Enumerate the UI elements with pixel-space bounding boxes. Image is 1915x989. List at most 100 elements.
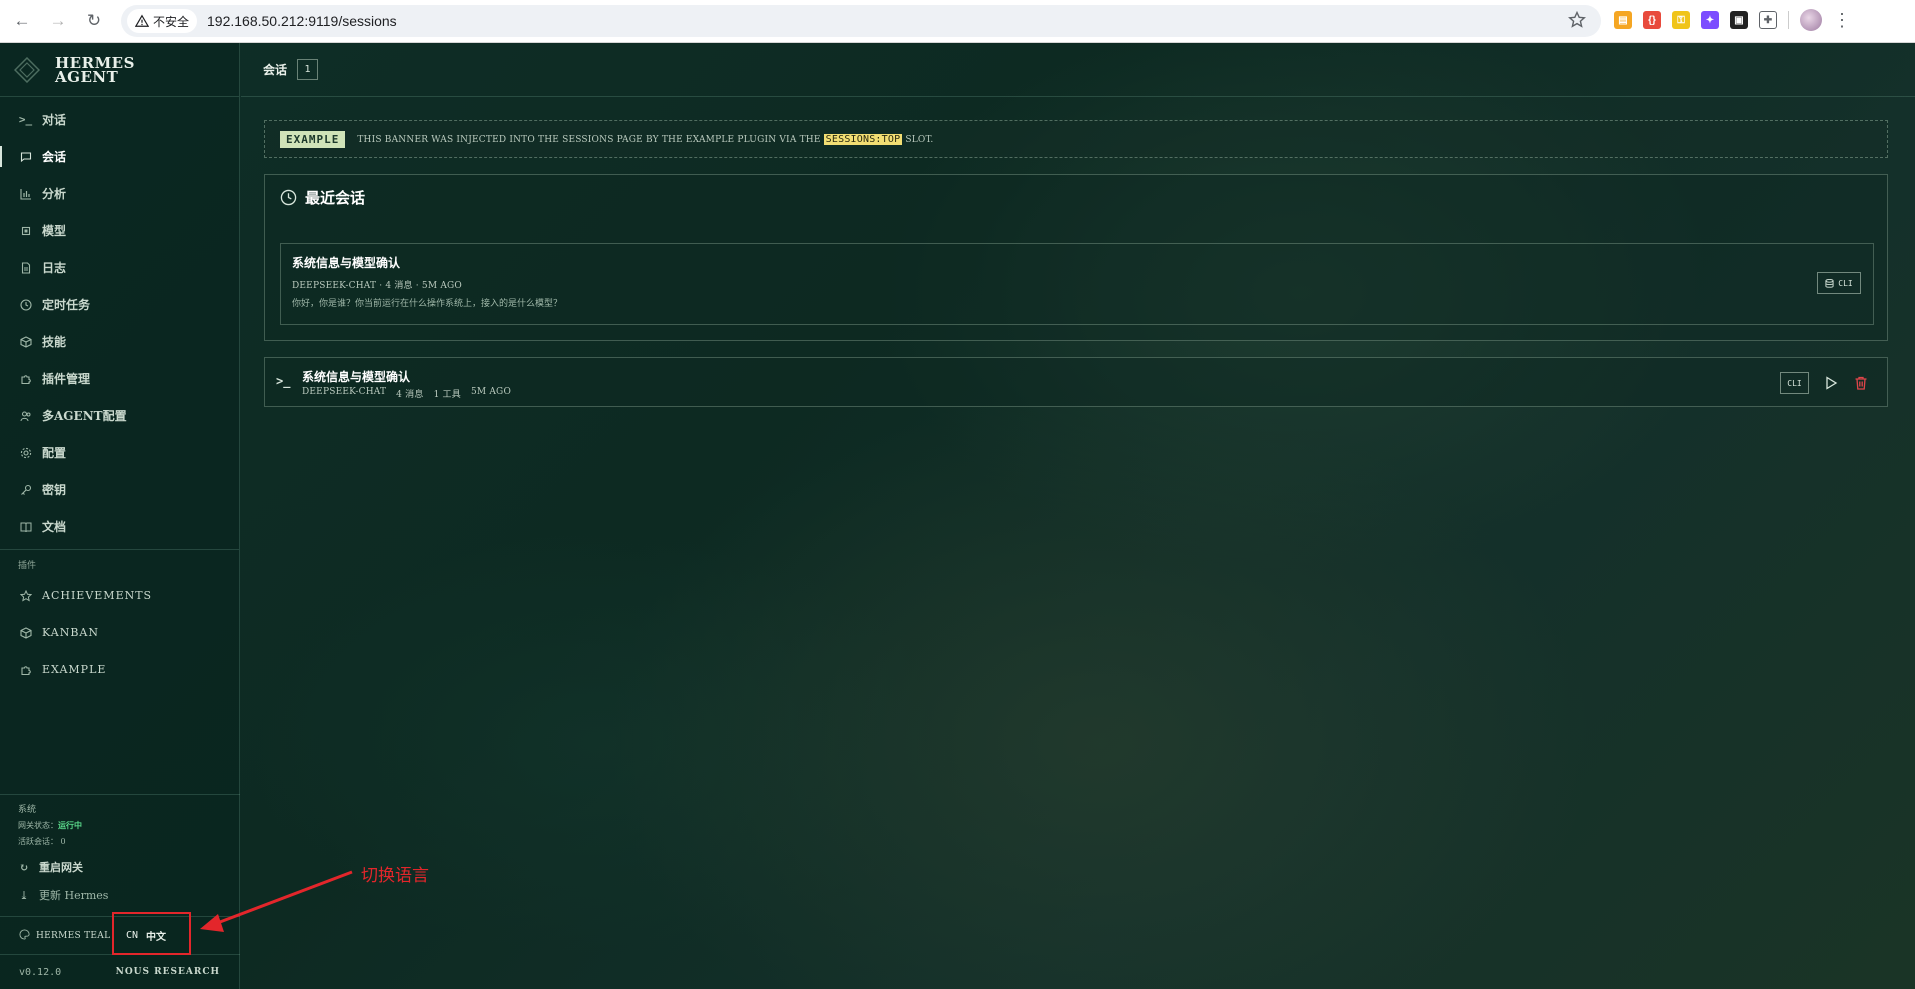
terminal-icon: >_ (18, 113, 33, 126)
sidebar-item-plugins[interactable]: 插件管理 (0, 360, 239, 397)
recent-session-preview: 你好，你是谁？你当前运行在什么操作系统上，接入的是什么模型？ (292, 299, 563, 309)
extension-key-icon[interactable]: ⚿ (1672, 11, 1690, 29)
palette-icon (19, 928, 30, 943)
star-icon (19, 589, 32, 602)
chat-icon (19, 150, 32, 163)
package-icon (19, 626, 32, 639)
bookmark-star-icon[interactable] (1567, 10, 1587, 30)
back-icon[interactable]: ← (8, 7, 36, 35)
sidebar-item-cron[interactable]: 定时任务 (0, 286, 239, 323)
reload-icon[interactable]: ↻ (80, 7, 108, 35)
resume-session-icon[interactable] (1823, 375, 1839, 391)
org-name[interactable]: NOUS RESEARCH (116, 967, 220, 977)
sidebar-item-logs[interactable]: 日志 (0, 249, 239, 286)
active-sessions-value: 0 (60, 837, 66, 846)
extensions-puzzle-icon[interactable]: ✚ (1759, 11, 1777, 29)
package-icon (19, 335, 32, 348)
session-messages: 4 消息 (396, 390, 424, 400)
sidebar-item-sessions[interactable]: 会话 (0, 138, 239, 175)
sidebar: HERMES AGENT >_ 对话 会话 分析 模型 日志 定时任务 技能 插件… (0, 43, 240, 989)
sidebar-item-config[interactable]: 配置 (0, 434, 239, 471)
clock-icon (280, 189, 297, 205)
active-sessions: 活跃会话： 0 (18, 837, 66, 846)
gear-icon (19, 446, 32, 459)
update-hermes-button[interactable]: ⤓ 更新 Hermes (18, 887, 240, 903)
security-label: 不安全 (153, 14, 190, 29)
cpu-icon (19, 224, 32, 237)
refresh-icon: ↻ (19, 860, 29, 874)
banner-text: THIS BANNER WAS INJECTED INTO THE SESSIO… (357, 133, 934, 145)
gateway-status-value: 运行中 (58, 820, 82, 830)
sidebar-item-keys[interactable]: 密钥 (0, 471, 239, 508)
forward-icon[interactable]: → (44, 7, 72, 35)
main-nav: >_ 对话 会话 分析 模型 日志 定时任务 技能 插件管理 多AGENT配置 配… (0, 97, 239, 545)
app-version: v0.12.0 (19, 966, 62, 978)
system-title: 系统 (18, 805, 37, 815)
page-title: 会话 (263, 63, 288, 77)
key-icon (19, 483, 32, 496)
session-actions: CLI (1780, 372, 1869, 394)
session-cli-button[interactable]: CLI (1780, 372, 1809, 394)
users-icon (19, 409, 32, 422)
url-text[interactable]: 192.168.50.212:9119/sessions (207, 13, 397, 29)
extension-code-icon[interactable]: {} (1643, 11, 1661, 29)
hermes-logo-icon (14, 56, 40, 83)
version-row: v0.12.0 NOUS RESEARCH (0, 954, 240, 989)
browser-menu-icon[interactable]: ⋮ (1833, 10, 1851, 31)
extension-docs-icon[interactable]: ▤ (1614, 11, 1632, 29)
theme-switcher[interactable]: HERMES TEAL (0, 928, 112, 943)
recent-session-item[interactable]: 系统信息与模型确认 DEEPSEEK-CHAT · 4 消息 · 5M AGO … (280, 243, 1874, 325)
delete-session-icon[interactable] (1853, 375, 1869, 391)
sidebar-item-chat[interactable]: >_ 对话 (0, 101, 239, 138)
recent-session-meta: DEEPSEEK-CHAT · 4 消息 · 5M AGO (292, 281, 462, 291)
database-icon (1825, 278, 1834, 288)
slot-name: SESSIONS:TOP (823, 133, 903, 145)
annotation-highlight-box (112, 912, 191, 955)
session-age: 5M AGO (470, 387, 512, 397)
security-indicator[interactable]: 不安全 (127, 9, 198, 33)
terminal-icon: >_ (276, 374, 291, 388)
recent-session-title: 系统信息与模型确认 (292, 256, 401, 270)
bar-chart-icon (19, 187, 32, 200)
sidebar-item-multi-agent[interactable]: 多AGENT配置 (0, 397, 239, 434)
brand-logo[interactable]: HERMES AGENT (0, 43, 239, 97)
sidebar-item-analytics[interactable]: 分析 (0, 175, 239, 212)
session-title: 系统信息与模型确认 (302, 370, 411, 384)
session-row[interactable]: >_ 系统信息与模型确认 DEEPSEEK-CHAT 4 消息 1 工具 5M … (264, 357, 1888, 407)
warning-icon (135, 14, 149, 27)
extension-game-icon[interactable]: ▣ (1730, 11, 1748, 29)
system-panel: 系统 网关状态：运行中 活跃会话： 0 ↻ 重启网关 ⤓ 更新 Hermes (0, 794, 240, 903)
sidebar-item-models[interactable]: 模型 (0, 212, 239, 249)
puzzle-icon (19, 663, 32, 676)
sidebar-item-kanban[interactable]: KANBAN (0, 614, 239, 651)
open-cli-button[interactable]: CLI (1817, 272, 1861, 294)
page-header: 会话 1 (241, 43, 1915, 97)
session-meta: DEEPSEEK-CHAT 4 消息 1 工具 5M AGO (302, 387, 511, 400)
sidebar-item-achievements[interactable]: ACHIEVEMENTS (0, 577, 239, 614)
clock-icon (19, 298, 32, 311)
sidebar-item-docs[interactable]: 文档 (0, 508, 239, 545)
session-tools: 1 工具 (433, 390, 461, 400)
plugins-section-label: 插件 (18, 561, 37, 571)
app-root: HERMES AGENT >_ 对话 会话 分析 模型 日志 定时任务 技能 插件… (0, 43, 1915, 989)
example-tag: EXAMPLE (280, 130, 346, 148)
toolbar-separator (1788, 11, 1789, 29)
profile-avatar[interactable] (1800, 9, 1822, 31)
sidebar-item-skills[interactable]: 技能 (0, 323, 239, 360)
annotation-label: 切换语言 (361, 866, 429, 886)
session-count-badge: 1 (297, 59, 319, 80)
sidebar-item-example[interactable]: EXAMPLE (0, 651, 239, 688)
extension-sparkle-icon[interactable]: ✦ (1701, 11, 1719, 29)
recent-sessions-title: 最近会话 (305, 188, 366, 207)
brand-name: HERMES AGENT (55, 53, 135, 86)
gateway-status: 网关状态：运行中 (18, 820, 82, 830)
plugin-banner: EXAMPLE THIS BANNER WAS INJECTED INTO TH… (264, 120, 1888, 158)
restart-gateway-button[interactable]: ↻ 重启网关 (18, 859, 240, 875)
file-text-icon (19, 261, 32, 274)
puzzle-icon (19, 372, 32, 385)
browser-toolbar: ← → ↻ 不安全 192.168.50.212:9119/sessions ▤… (0, 0, 1915, 43)
recent-sessions-card: 最近会话 系统信息与模型确认 DEEPSEEK-CHAT · 4 消息 · 5M… (264, 174, 1888, 341)
download-icon: ⤓ (19, 888, 29, 902)
address-bar[interactable]: 不安全 192.168.50.212:9119/sessions (121, 5, 1601, 37)
recent-sessions-header: 最近会话 (265, 175, 1887, 219)
